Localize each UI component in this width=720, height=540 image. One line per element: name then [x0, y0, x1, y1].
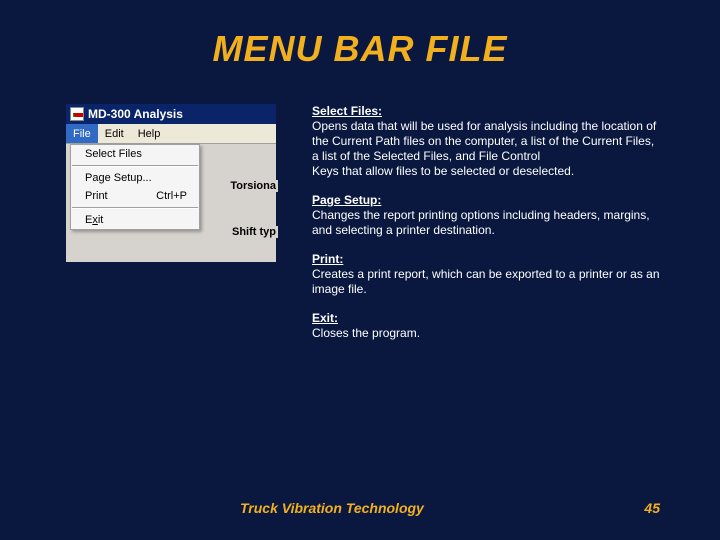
footer-brand: Truck Vibration Technology — [240, 500, 424, 516]
app-icon — [70, 107, 84, 121]
menu-file[interactable]: File — [66, 124, 98, 143]
desc-head: Select Files: — [312, 104, 382, 118]
desc-body: Opens data that will be used for analysi… — [312, 119, 656, 163]
desc-body: Creates a print report, which can be exp… — [312, 267, 660, 296]
menu-separator — [72, 207, 198, 209]
window-titlebar: MD-300 Analysis — [66, 104, 276, 124]
menubar: File Edit Help — [66, 124, 276, 144]
menu-separator — [72, 165, 198, 167]
desc-exit: Exit: Closes the program. — [312, 311, 664, 341]
menuitem-label: Exit — [85, 214, 103, 226]
desc-head: Exit: — [312, 311, 338, 325]
slide-title: MENU BAR FILE — [0, 0, 720, 82]
app-window: MD-300 Analysis File Edit Help Torsiona … — [66, 104, 276, 355]
footer: Truck Vibration Technology 45 — [0, 500, 720, 516]
menuitem-label: Page Setup... — [85, 172, 152, 184]
desc-body: Keys that allow files to be selected or … — [312, 164, 574, 178]
desc-body: Closes the program. — [312, 326, 420, 340]
menuitem-print[interactable]: Print Ctrl+P — [71, 187, 199, 205]
bg-label-shift: Shift typ — [230, 226, 278, 238]
window-client-area: Torsiona Shift typ Select Files Page Set… — [66, 144, 276, 262]
desc-print: Print: Creates a print report, which can… — [312, 252, 664, 297]
menuitem-page-setup[interactable]: Page Setup... — [71, 169, 199, 187]
menuitem-label: Select Files — [85, 148, 142, 160]
desc-select-files: Select Files: Opens data that will be us… — [312, 104, 664, 179]
content-row: MD-300 Analysis File Edit Help Torsiona … — [0, 82, 720, 355]
window-title: MD-300 Analysis — [88, 107, 183, 121]
menu-edit[interactable]: Edit — [98, 124, 131, 143]
bg-label-torsional: Torsiona — [228, 180, 278, 192]
menuitem-label: Print — [85, 190, 108, 202]
menuitem-exit[interactable]: Exit — [71, 211, 199, 229]
page-number: 45 — [644, 500, 660, 516]
menuitem-select-files[interactable]: Select Files — [71, 145, 199, 163]
desc-head: Print: — [312, 252, 343, 266]
desc-head: Page Setup: — [312, 193, 381, 207]
desc-body: Changes the report printing options incl… — [312, 208, 650, 237]
file-dropdown: Select Files Page Setup... Print Ctrl+P … — [70, 144, 200, 230]
menuitem-accelerator: Ctrl+P — [156, 190, 187, 202]
desc-page-setup: Page Setup: Changes the report printing … — [312, 193, 664, 238]
menu-help[interactable]: Help — [131, 124, 168, 143]
descriptions: Select Files: Opens data that will be us… — [312, 104, 664, 355]
